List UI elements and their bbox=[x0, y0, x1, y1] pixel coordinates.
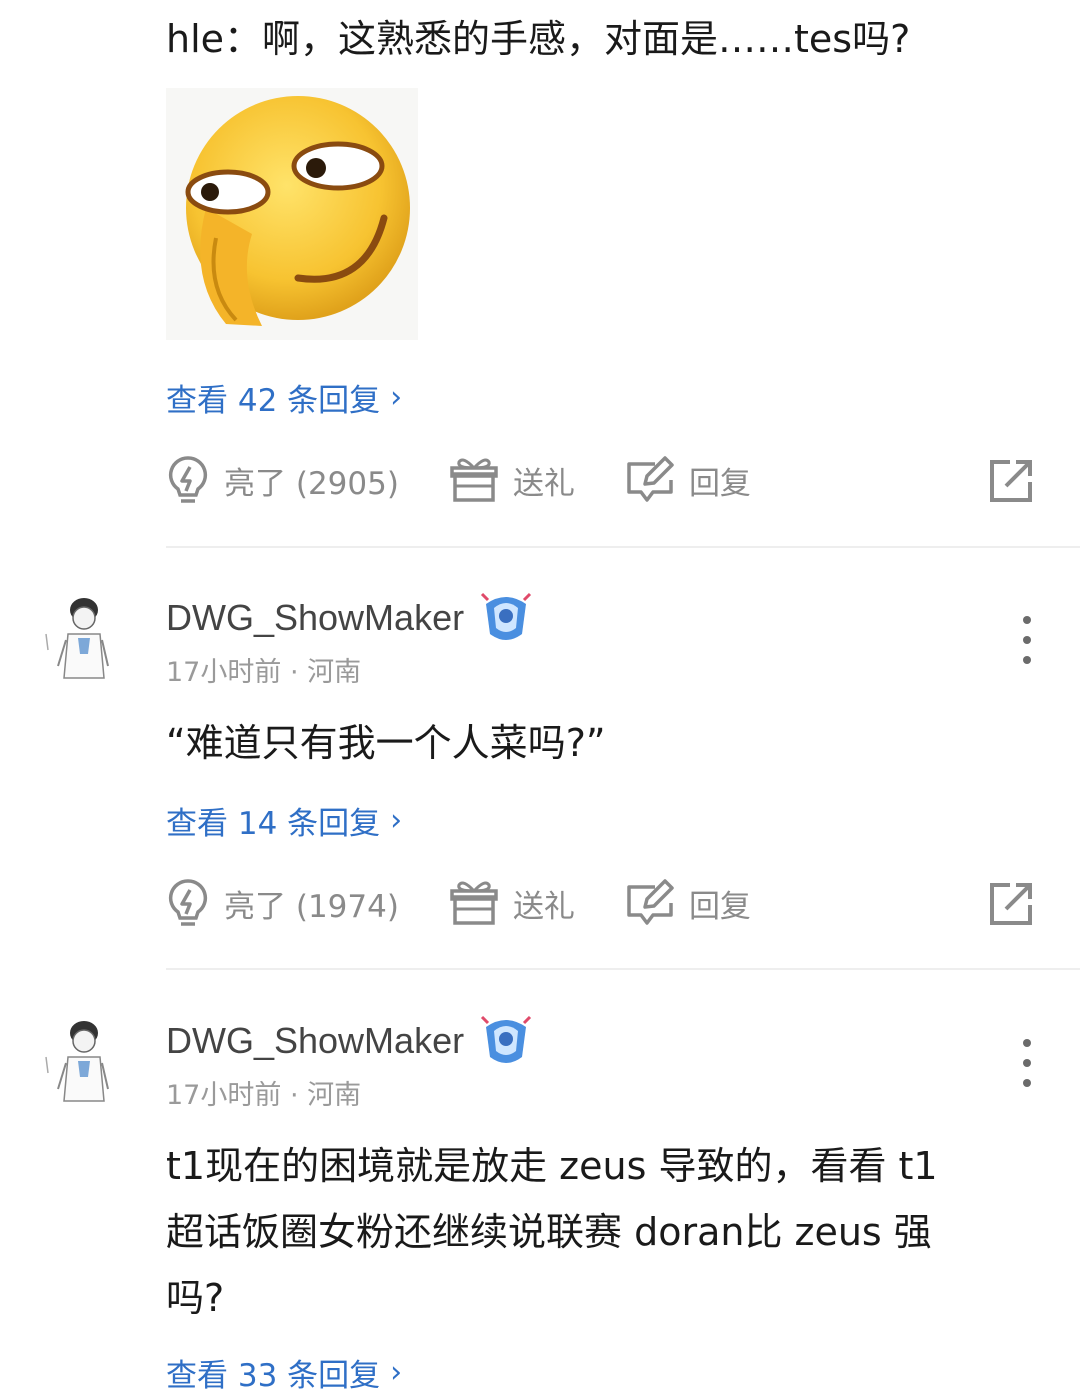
comment-text: hle：啊，这熟悉的手感，对面是……tes吗? bbox=[166, 17, 911, 61]
like-button[interactable]: 亮了 (2905) bbox=[166, 455, 399, 505]
user-row: DWG_ShowMaker bbox=[166, 590, 534, 646]
gift-icon bbox=[449, 456, 499, 504]
more-vertical-icon[interactable] bbox=[1015, 616, 1039, 664]
reply-button[interactable]: 回复 bbox=[625, 879, 751, 927]
gift-button[interactable]: 送礼 bbox=[449, 879, 575, 927]
badge-icon bbox=[478, 590, 534, 646]
reply-label: 回复 bbox=[688, 888, 751, 925]
view-replies-link[interactable]: 查看 33 条回复 › bbox=[166, 1350, 402, 1395]
comment-meta: 17小时前 · 河南 bbox=[166, 657, 362, 688]
like-button[interactable]: 亮了 (1974) bbox=[166, 878, 399, 928]
emoji-sticker bbox=[166, 88, 418, 340]
action-bar: 亮了 (1974) 送礼 回复 bbox=[166, 873, 1036, 933]
action-bar: 亮了 (2905) 送礼 回复 bbox=[166, 450, 1036, 510]
reply-label: 回复 bbox=[688, 465, 751, 502]
chevron-right-icon: › bbox=[390, 1355, 403, 1390]
chevron-right-icon: › bbox=[390, 803, 403, 838]
view-replies-label: 查看 14 条回复 bbox=[166, 806, 381, 842]
lightbulb-icon bbox=[166, 878, 210, 928]
edit-reply-icon bbox=[625, 456, 675, 504]
username[interactable]: DWG_ShowMaker bbox=[166, 1020, 464, 1062]
user-row: DWG_ShowMaker bbox=[166, 1013, 534, 1069]
username[interactable]: DWG_ShowMaker bbox=[166, 597, 464, 639]
share-icon[interactable] bbox=[988, 879, 1036, 931]
chevron-right-icon: › bbox=[390, 380, 403, 415]
gift-button[interactable]: 送礼 bbox=[449, 456, 575, 504]
share-icon[interactable] bbox=[988, 456, 1036, 508]
view-replies-label: 查看 42 条回复 bbox=[166, 383, 381, 419]
gift-label: 送礼 bbox=[512, 888, 575, 925]
comment-text-line: 吗? bbox=[166, 1276, 225, 1320]
view-replies-link[interactable]: 查看 14 条回复 › bbox=[166, 798, 402, 843]
like-count: 亮了 (1974) bbox=[224, 888, 399, 925]
divider bbox=[166, 546, 1080, 548]
badge-icon bbox=[478, 1013, 534, 1069]
comment-text-line: t1现在的困境就是放走 zeus 导致的，看看 t1 bbox=[166, 1144, 938, 1188]
comment-meta: 17小时前 · 河南 bbox=[166, 1080, 362, 1111]
divider bbox=[166, 968, 1080, 970]
view-replies-label: 查看 33 条回复 bbox=[166, 1358, 381, 1394]
avatar[interactable] bbox=[42, 1017, 122, 1107]
like-count: 亮了 (2905) bbox=[224, 465, 399, 502]
view-replies-link[interactable]: 查看 42 条回复 › bbox=[166, 375, 402, 420]
lightbulb-icon bbox=[166, 455, 210, 505]
reply-button[interactable]: 回复 bbox=[625, 456, 751, 504]
gift-icon bbox=[449, 879, 499, 927]
gift-label: 送礼 bbox=[512, 465, 575, 502]
comment-text-line: 超话饭圈女粉还继续说联赛 doran比 zeus 强 bbox=[166, 1210, 932, 1254]
edit-reply-icon bbox=[625, 879, 675, 927]
comment-text: “难道只有我一个人菜吗?” bbox=[166, 721, 606, 765]
more-vertical-icon[interactable] bbox=[1015, 1039, 1039, 1087]
avatar[interactable] bbox=[42, 594, 122, 684]
